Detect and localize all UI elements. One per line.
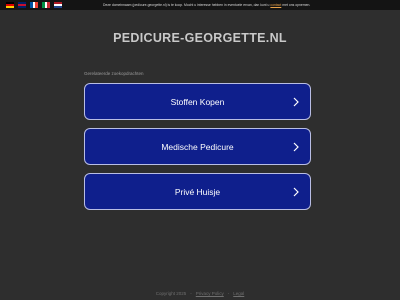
related-link-button[interactable]: Medische Pedicure — [84, 128, 311, 165]
language-selector — [6, 2, 62, 8]
contact-link[interactable]: contact — [270, 3, 281, 7]
related-link-button[interactable]: Stoffen Kopen — [84, 83, 311, 120]
chevron-right-icon — [293, 142, 299, 151]
german-flag-icon[interactable] — [6, 2, 14, 8]
sale-notice-text-end: met ons opnemen. — [281, 3, 311, 7]
chevron-right-icon — [293, 97, 299, 106]
related-link-label: Privé Huisje — [174, 186, 221, 197]
netherlands-flag-icon[interactable] — [54, 2, 62, 8]
related-searches-label: Gerelateerde zoekopdrachten — [84, 71, 144, 76]
related-link-label: Medische Pedicure — [161, 141, 234, 152]
related-link-button[interactable]: Privé Huisje — [84, 173, 311, 210]
france-flag-icon[interactable] — [30, 2, 39, 8]
top-notice-bar: Deze domeinnaam (pedicure-georgette.nl) … — [0, 0, 400, 10]
copyright-text: Copyright 2025 — [155, 291, 187, 296]
italy-flag-icon[interactable] — [42, 2, 51, 8]
sale-notice: Deze domeinnaam (pedicure-georgette.nl) … — [103, 2, 393, 8]
uk-flag-icon[interactable] — [18, 2, 26, 8]
related-links-list: Stoffen Kopen Medische Pedicure Privé Hu… — [84, 83, 311, 218]
footer: Copyright 2025- Privacy Policy - Legal — [155, 291, 245, 296]
chevron-right-icon — [293, 187, 299, 196]
related-link-label: Stoffen Kopen — [170, 96, 225, 107]
domain-title: PEDICURE-GEORGETTE.NL — [113, 31, 287, 45]
legal-link[interactable]: Legal — [233, 291, 244, 296]
sale-notice-text: Deze domeinnaam (pedicure-georgette.nl) … — [103, 3, 271, 7]
privacy-policy-link[interactable]: Privacy Policy — [196, 291, 224, 296]
